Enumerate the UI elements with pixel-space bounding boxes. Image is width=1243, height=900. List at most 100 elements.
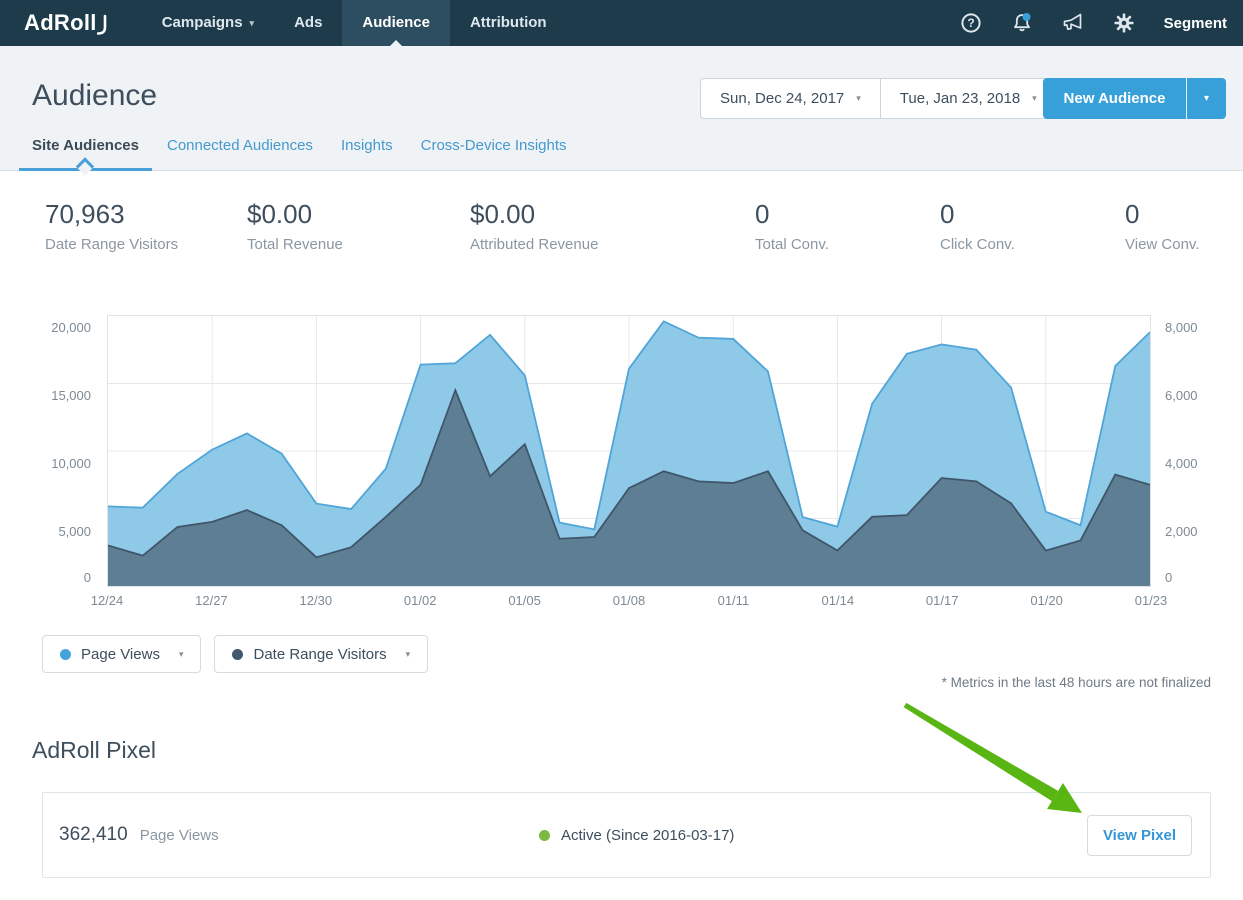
nav-item-label: Ads	[294, 0, 322, 46]
stat-click-conv-: 0 Click Conv.	[940, 199, 1015, 253]
x-tick-label: 12/30	[300, 593, 333, 608]
legend-dot-icon	[60, 649, 71, 660]
nav-item-ads[interactable]: Ads	[274, 0, 342, 46]
axis-tick-label: 2,000	[1165, 524, 1198, 539]
pixel-card: 362,410 Page Views Active (Since 2016-03…	[42, 792, 1211, 878]
x-tick-label: 01/17	[926, 593, 959, 608]
view-pixel-button[interactable]: View Pixel	[1087, 815, 1192, 856]
stat-label: View Conv.	[1125, 236, 1199, 253]
stat-value: 70,963	[45, 199, 178, 229]
x-tick-label: 01/23	[1135, 593, 1168, 608]
stat-attributed-revenue: $0.00 Attributed Revenue	[470, 199, 598, 253]
navbar-right: ?	[960, 12, 1243, 34]
stat-date-range-visitors: 70,963 Date Range Visitors	[45, 199, 178, 253]
stat-value: 0	[1125, 199, 1199, 229]
legend-label: Page Views	[81, 646, 160, 663]
audience-page: AdRoll Campaigns▾AdsAudienceAttribution …	[0, 0, 1243, 900]
settings-gear-icon[interactable]	[1113, 12, 1135, 34]
axis-tick-label: 5,000	[58, 524, 91, 539]
stat-value: $0.00	[247, 199, 343, 229]
stat-value: 0	[940, 199, 1015, 229]
main-nav: Campaigns▾ Ads Audience Attribution	[142, 0, 567, 46]
nav-item-label: Attribution	[470, 0, 547, 46]
right-axis-ticks: 8,0006,0004,0002,0000	[1157, 315, 1237, 587]
area-chart	[107, 315, 1151, 587]
nav-item-campaigns[interactable]: Campaigns▾	[142, 0, 274, 46]
adroll-logo-hook-icon	[97, 13, 108, 37]
tab-site-audiences[interactable]: Site Audiences	[32, 137, 139, 170]
legend-toggle-date-range-visitors[interactable]: Date Range Visitors ▾	[214, 635, 428, 673]
stat-view-conv-: 0 View Conv.	[1125, 199, 1199, 253]
nav-item-label: Audience	[362, 0, 430, 46]
stat-value: $0.00	[470, 199, 598, 229]
end-date-picker[interactable]: Tue, Jan 23, 2018 ▾	[880, 79, 1056, 118]
chevron-down-icon: ▾	[1032, 93, 1037, 104]
legend-label: Date Range Visitors	[253, 646, 386, 663]
stat-label: Total Conv.	[755, 236, 829, 253]
x-tick-label: 12/27	[195, 593, 228, 608]
legend-dot-icon	[232, 649, 243, 660]
chevron-down-icon: ▾	[179, 649, 184, 660]
svg-text:?: ?	[967, 16, 974, 30]
chevron-down-icon: ▾	[406, 649, 411, 660]
chart-legend: Page Views ▾ Date Range Visitors ▾	[42, 635, 428, 673]
notification-badge	[1022, 13, 1030, 21]
metrics-footnote: * Metrics in the last 48 hours are not f…	[942, 675, 1211, 690]
summary-stats: 70,963 Date Range Visitors $0.00 Total Reve…	[0, 199, 1243, 259]
start-date-value: Sun, Dec 24, 2017	[720, 90, 844, 107]
x-axis-ticks: 12/2412/2712/3001/0201/0501/0801/1101/14…	[107, 593, 1151, 611]
top-navbar: AdRoll Campaigns▾AdsAudienceAttribution …	[0, 0, 1243, 46]
legend-toggle-page-views[interactable]: Page Views ▾	[42, 635, 201, 673]
stat-total-revenue: $0.00 Total Revenue	[247, 199, 343, 253]
end-date-value: Tue, Jan 23, 2018	[900, 90, 1020, 107]
segment-link[interactable]: Segment	[1164, 15, 1227, 32]
adroll-logo-text: AdRoll	[24, 10, 97, 36]
pixel-section-heading: AdRoll Pixel	[32, 737, 156, 764]
axis-tick-label: 0	[1165, 570, 1172, 585]
new-audience-dropdown-button[interactable]: ▾	[1186, 78, 1226, 119]
stat-label: Attributed Revenue	[470, 236, 598, 253]
announcements-megaphone-icon[interactable]	[1062, 12, 1084, 34]
x-tick-label: 01/14	[822, 593, 855, 608]
new-audience-split-button: New Audience ▾	[1043, 78, 1226, 119]
stat-label: Click Conv.	[940, 236, 1015, 253]
stat-value: 0	[755, 199, 829, 229]
x-tick-label: 01/05	[508, 593, 541, 608]
page-header: Audience Sun, Dec 24, 2017 ▾ Tue, Jan 23…	[0, 46, 1243, 171]
audience-tabs: Site Audiences Connected Audiences Insight…	[32, 137, 567, 170]
tab-insights[interactable]: Insights	[341, 137, 393, 170]
pixel-status: Active (Since 2016-03-17)	[539, 793, 734, 877]
start-date-picker[interactable]: Sun, Dec 24, 2017 ▾	[701, 79, 880, 118]
x-tick-label: 01/08	[613, 593, 646, 608]
nav-item-attribution[interactable]: Attribution	[450, 0, 567, 46]
axis-tick-label: 4,000	[1165, 456, 1198, 471]
new-audience-button[interactable]: New Audience	[1043, 78, 1186, 119]
pixel-page-views: 362,410 Page Views	[59, 793, 219, 877]
pixel-status-text: Active (Since 2016-03-17)	[561, 827, 734, 844]
x-tick-label: 01/11	[718, 593, 750, 608]
status-dot-icon	[539, 830, 550, 841]
stat-label: Total Revenue	[247, 236, 343, 253]
x-tick-label: 01/20	[1030, 593, 1063, 608]
chevron-down-icon: ▾	[250, 0, 255, 46]
nav-item-label: Campaigns	[162, 0, 243, 46]
axis-tick-label: 10,000	[51, 456, 91, 471]
pixel-page-views-value: 362,410	[59, 824, 128, 846]
nav-item-audience[interactable]: Audience	[342, 0, 450, 46]
axis-tick-label: 15,000	[51, 388, 91, 403]
help-icon[interactable]: ?	[960, 12, 982, 34]
adroll-logo[interactable]: AdRoll	[24, 10, 108, 37]
stat-total-conv-: 0 Total Conv.	[755, 199, 829, 253]
axis-tick-label: 20,000	[51, 320, 91, 335]
tab-connected-audiences[interactable]: Connected Audiences	[167, 137, 313, 170]
chart-canvas	[108, 316, 1150, 586]
stat-label: Date Range Visitors	[45, 236, 178, 253]
pixel-page-views-label: Page Views	[140, 827, 219, 844]
notifications-bell-icon[interactable]	[1011, 12, 1033, 34]
x-tick-label: 01/02	[404, 593, 437, 608]
date-range-picker: Sun, Dec 24, 2017 ▾ Tue, Jan 23, 2018 ▾	[700, 78, 1057, 119]
axis-tick-label: 8,000	[1165, 320, 1198, 335]
axis-tick-label: 0	[84, 570, 91, 585]
tab-cross-device-insights[interactable]: Cross-Device Insights	[421, 137, 567, 170]
left-axis-ticks: 20,000 15,000 10,000 5,000 0	[0, 315, 99, 587]
